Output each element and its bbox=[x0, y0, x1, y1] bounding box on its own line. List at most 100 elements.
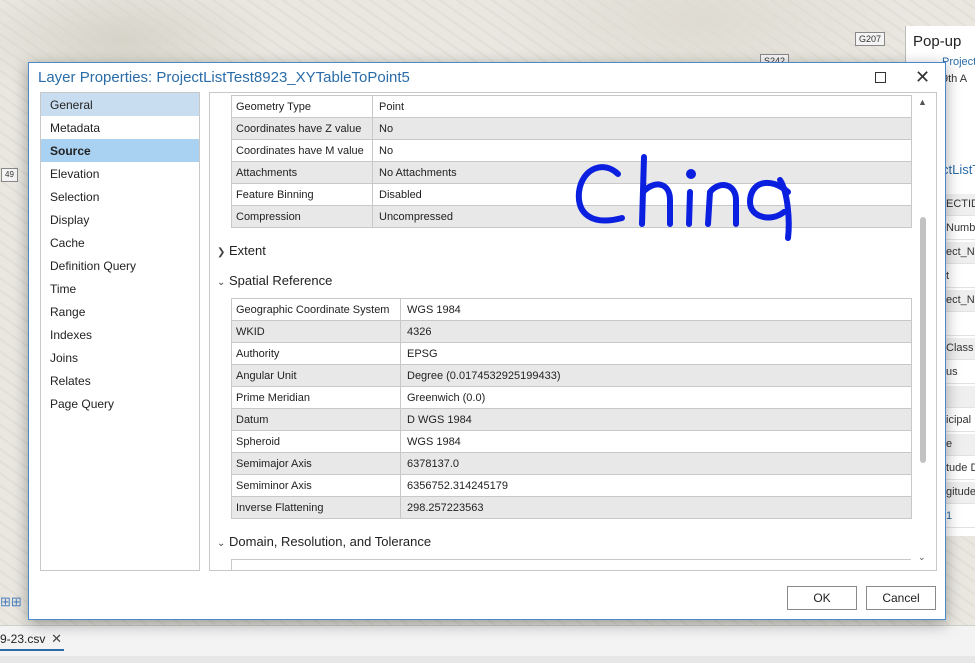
table-row: Compression Uncompressed bbox=[232, 206, 911, 228]
popup-field-row: tude D bbox=[946, 458, 975, 480]
property-value: Greenwich (0.0) bbox=[407, 392, 486, 404]
table-row: Inverse Flattening 298.257223563 bbox=[232, 497, 911, 519]
property-key: Geometry Type bbox=[232, 96, 373, 117]
section-title: Extent bbox=[229, 243, 266, 258]
table-row bbox=[231, 559, 911, 570]
scroll-up-icon[interactable]: ▲ bbox=[918, 97, 927, 107]
popup-field-row: Class bbox=[946, 338, 975, 360]
property-value: Point bbox=[379, 101, 405, 113]
source-content-panel[interactable]: Geometry Type Point Coordinates have Z va… bbox=[209, 92, 937, 571]
property-key: Datum bbox=[232, 409, 401, 430]
maximize-icon[interactable] bbox=[875, 72, 886, 83]
vertical-scrollbar[interactable]: ▲ ⌄ bbox=[916, 97, 930, 567]
property-value: 6378137.0 bbox=[407, 458, 459, 470]
nav-item-relates[interactable]: Relates bbox=[41, 369, 199, 392]
nav-item-page-query[interactable]: Page Query bbox=[41, 392, 199, 415]
dialog-title: Layer Properties: ProjectListTest8923_XY… bbox=[38, 69, 410, 86]
ok-button[interactable]: OK bbox=[787, 586, 857, 610]
popup-field-row: e bbox=[946, 434, 975, 456]
nav-item-selection[interactable]: Selection bbox=[41, 185, 199, 208]
close-icon[interactable]: ✕ bbox=[915, 66, 930, 88]
map-edge-label: 49 bbox=[1, 168, 18, 182]
table-row: Semiminor Axis 6356752.314245179 bbox=[232, 475, 911, 497]
scrollbar-thumb[interactable] bbox=[920, 217, 926, 463]
property-value: WGS 1984 bbox=[407, 304, 461, 316]
popup-field-row: gitude bbox=[946, 482, 975, 504]
popup-field-row: Numbe bbox=[946, 218, 975, 240]
road-label: G207 bbox=[855, 32, 886, 46]
bottom-tab-bar: 9-23.csv ✕ bbox=[0, 625, 975, 663]
table-toolbar bbox=[0, 656, 975, 663]
source-info-table: Geometry Type Point Coordinates have Z va… bbox=[231, 95, 912, 228]
nav-item-metadata[interactable]: Metadata bbox=[41, 116, 199, 139]
chevron-down-icon: ⌄ bbox=[217, 538, 226, 549]
property-value: Disabled bbox=[379, 189, 422, 201]
property-value: EPSG bbox=[407, 348, 438, 360]
properties-nav: General Metadata Source Elevation Select… bbox=[40, 92, 200, 571]
table-row: Prime Meridian Greenwich (0.0) bbox=[232, 387, 911, 409]
table-row: Coordinates have M value No bbox=[232, 140, 911, 162]
table-row: Coordinates have Z value No bbox=[232, 118, 911, 140]
table-row: Spheroid WGS 1984 bbox=[232, 431, 911, 453]
popup-field-row: ect_Nu bbox=[946, 242, 975, 264]
property-key: Authority bbox=[232, 343, 401, 364]
property-value: D WGS 1984 bbox=[407, 414, 472, 426]
popup-field-row: us bbox=[946, 362, 975, 384]
property-key: Compression bbox=[232, 206, 373, 227]
nav-item-time[interactable]: Time bbox=[41, 277, 199, 300]
table-row: Semimajor Axis 6378137.0 bbox=[232, 453, 911, 475]
property-key: WKID bbox=[232, 321, 401, 342]
property-key: Inverse Flattening bbox=[232, 497, 401, 518]
property-key: Semimajor Axis bbox=[232, 453, 401, 474]
popup-field-row: icipal bbox=[946, 410, 975, 432]
nav-item-source[interactable]: Source bbox=[41, 139, 199, 162]
nav-item-joins[interactable]: Joins bbox=[41, 346, 199, 369]
property-key: Semiminor Axis bbox=[232, 475, 401, 496]
property-key: Coordinates have M value bbox=[232, 140, 373, 161]
property-key: Coordinates have Z value bbox=[232, 118, 373, 139]
nav-item-range[interactable]: Range bbox=[41, 300, 199, 323]
property-value: No Attachments bbox=[379, 167, 457, 179]
popup-field-row: 1 bbox=[946, 506, 975, 528]
popup-field-row: ect_Na bbox=[946, 290, 975, 312]
nav-item-general[interactable]: General bbox=[41, 93, 199, 116]
property-key: Spheroid bbox=[232, 431, 401, 452]
chevron-right-icon: ❯ bbox=[217, 247, 226, 258]
popup-layer-link[interactable]: ctListT bbox=[942, 162, 975, 177]
nav-item-elevation[interactable]: Elevation bbox=[41, 162, 199, 185]
popup-feature-item[interactable]: ProjectLis bbox=[942, 56, 975, 68]
popup-field-row: ECTID bbox=[946, 194, 975, 216]
property-value: 6356752.314245179 bbox=[407, 480, 508, 492]
popup-field-row bbox=[946, 386, 975, 408]
table-row: Datum D WGS 1984 bbox=[232, 409, 911, 431]
csv-tab-label: 9-23.csv bbox=[0, 632, 46, 646]
section-spatial-reference[interactable]: ⌄ Spatial Reference bbox=[217, 273, 332, 288]
section-domain-resolution-tolerance[interactable]: ⌄ Domain, Resolution, and Tolerance bbox=[217, 534, 431, 549]
nav-item-cache[interactable]: Cache bbox=[41, 231, 199, 254]
popup-field-row: t bbox=[946, 266, 975, 288]
chevron-down-icon: ⌄ bbox=[217, 277, 226, 288]
property-key: Prime Meridian bbox=[232, 387, 401, 408]
property-key: Angular Unit bbox=[232, 365, 401, 386]
close-icon[interactable]: ✕ bbox=[51, 631, 62, 647]
nav-item-indexes[interactable]: Indexes bbox=[41, 323, 199, 346]
csv-table-tab[interactable]: 9-23.csv ✕ bbox=[0, 629, 64, 651]
property-value: Degree (0.0174532925199433) bbox=[407, 370, 561, 382]
nav-item-display[interactable]: Display bbox=[41, 208, 199, 231]
nav-item-definition-query[interactable]: Definition Query bbox=[41, 254, 199, 277]
property-value: No bbox=[379, 123, 394, 135]
table-row: Authority EPSG bbox=[232, 343, 911, 365]
property-value: WGS 1984 bbox=[407, 436, 461, 448]
table-row: Angular Unit Degree (0.0174532925199433) bbox=[232, 365, 911, 387]
table-row: Geographic Coordinate System WGS 1984 bbox=[232, 299, 911, 321]
table-row: WKID 4326 bbox=[232, 321, 911, 343]
popup-title: Pop-up bbox=[913, 33, 962, 50]
layer-properties-dialog: Layer Properties: ProjectListTest8923_XY… bbox=[28, 62, 946, 620]
section-extent[interactable]: ❯ Extent bbox=[217, 243, 266, 258]
section-title: Domain, Resolution, and Tolerance bbox=[229, 534, 432, 549]
property-value: Uncompressed bbox=[379, 211, 453, 223]
scroll-down-icon[interactable]: ⌄ bbox=[918, 552, 926, 563]
property-value: 298.257223563 bbox=[407, 502, 484, 514]
property-value: 4326 bbox=[407, 326, 432, 338]
cancel-button[interactable]: Cancel bbox=[866, 586, 936, 610]
